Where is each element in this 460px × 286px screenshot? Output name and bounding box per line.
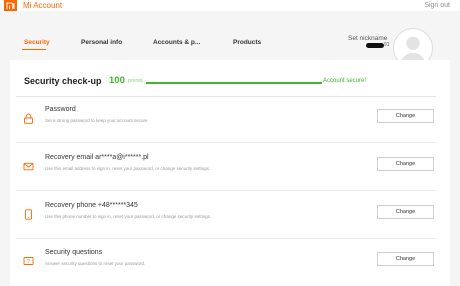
list-item-recovery-email: Recovery email ar****a@i******.pl Use th… (10, 146, 450, 191)
account-status: Account secure! (323, 78, 367, 84)
change-questions-button[interactable]: Change (377, 252, 434, 266)
mail-icon (23, 159, 34, 171)
lock-icon (23, 111, 34, 124)
security-checkup-title: Security check-up (24, 76, 102, 86)
tab-security[interactable]: Security (24, 39, 50, 46)
recovery-phone-desc: Use this phone number to sign in, reset … (45, 214, 212, 219)
change-email-button[interactable]: Change (377, 157, 434, 171)
security-progress-fill (146, 82, 322, 84)
tab-products[interactable]: Products (233, 39, 261, 46)
user-id-redacted (366, 43, 384, 48)
set-nickname-link[interactable]: Set nickname (348, 35, 387, 42)
user-id-tail: 91 (384, 42, 390, 48)
points-label: points (128, 78, 143, 84)
phone-icon (23, 207, 34, 220)
tab-personal-info[interactable]: Personal info (81, 39, 122, 46)
change-phone-button[interactable]: Change (377, 205, 434, 219)
app-title: Mi Account (23, 1, 63, 10)
security-card: Security check-up 100 points Account sec… (10, 60, 450, 286)
security-questions-title: Security questions (45, 249, 103, 256)
security-points: 100 (109, 75, 125, 86)
recovery-email-title: Recovery email ar****a@i******.pl (45, 154, 149, 161)
password-title: Password (45, 106, 76, 113)
top-bar: Mi Account Sign out (0, 0, 460, 11)
security-questions-desc: Answer security questions to reset your … (45, 261, 146, 266)
password-desc: Set a strong password to keep your accou… (45, 118, 148, 123)
list-item-recovery-phone: Recovery phone +48******345 Use this pho… (10, 194, 450, 239)
svg-text:?: ? (27, 259, 30, 265)
sign-out-link[interactable]: Sign out (424, 0, 450, 11)
divider (16, 190, 436, 191)
change-password-button[interactable]: Change (377, 109, 434, 123)
recovery-email-desc: Use this email address to sign in, reset… (45, 166, 211, 171)
recovery-phone-title: Recovery phone +48******345 (45, 202, 138, 209)
list-item-security-questions: ? Security questions Answer security que… (10, 241, 450, 286)
list-item-password: Password Set a strong password to keep y… (10, 98, 450, 143)
mi-logo-icon[interactable] (4, 0, 17, 11)
active-tab-indicator (22, 49, 46, 50)
divider (16, 238, 436, 239)
divider (16, 142, 436, 143)
divider (16, 96, 436, 97)
question-icon: ? (23, 254, 34, 265)
security-progress-bar (146, 82, 322, 84)
tab-accounts[interactable]: Accounts & p... (153, 39, 200, 46)
